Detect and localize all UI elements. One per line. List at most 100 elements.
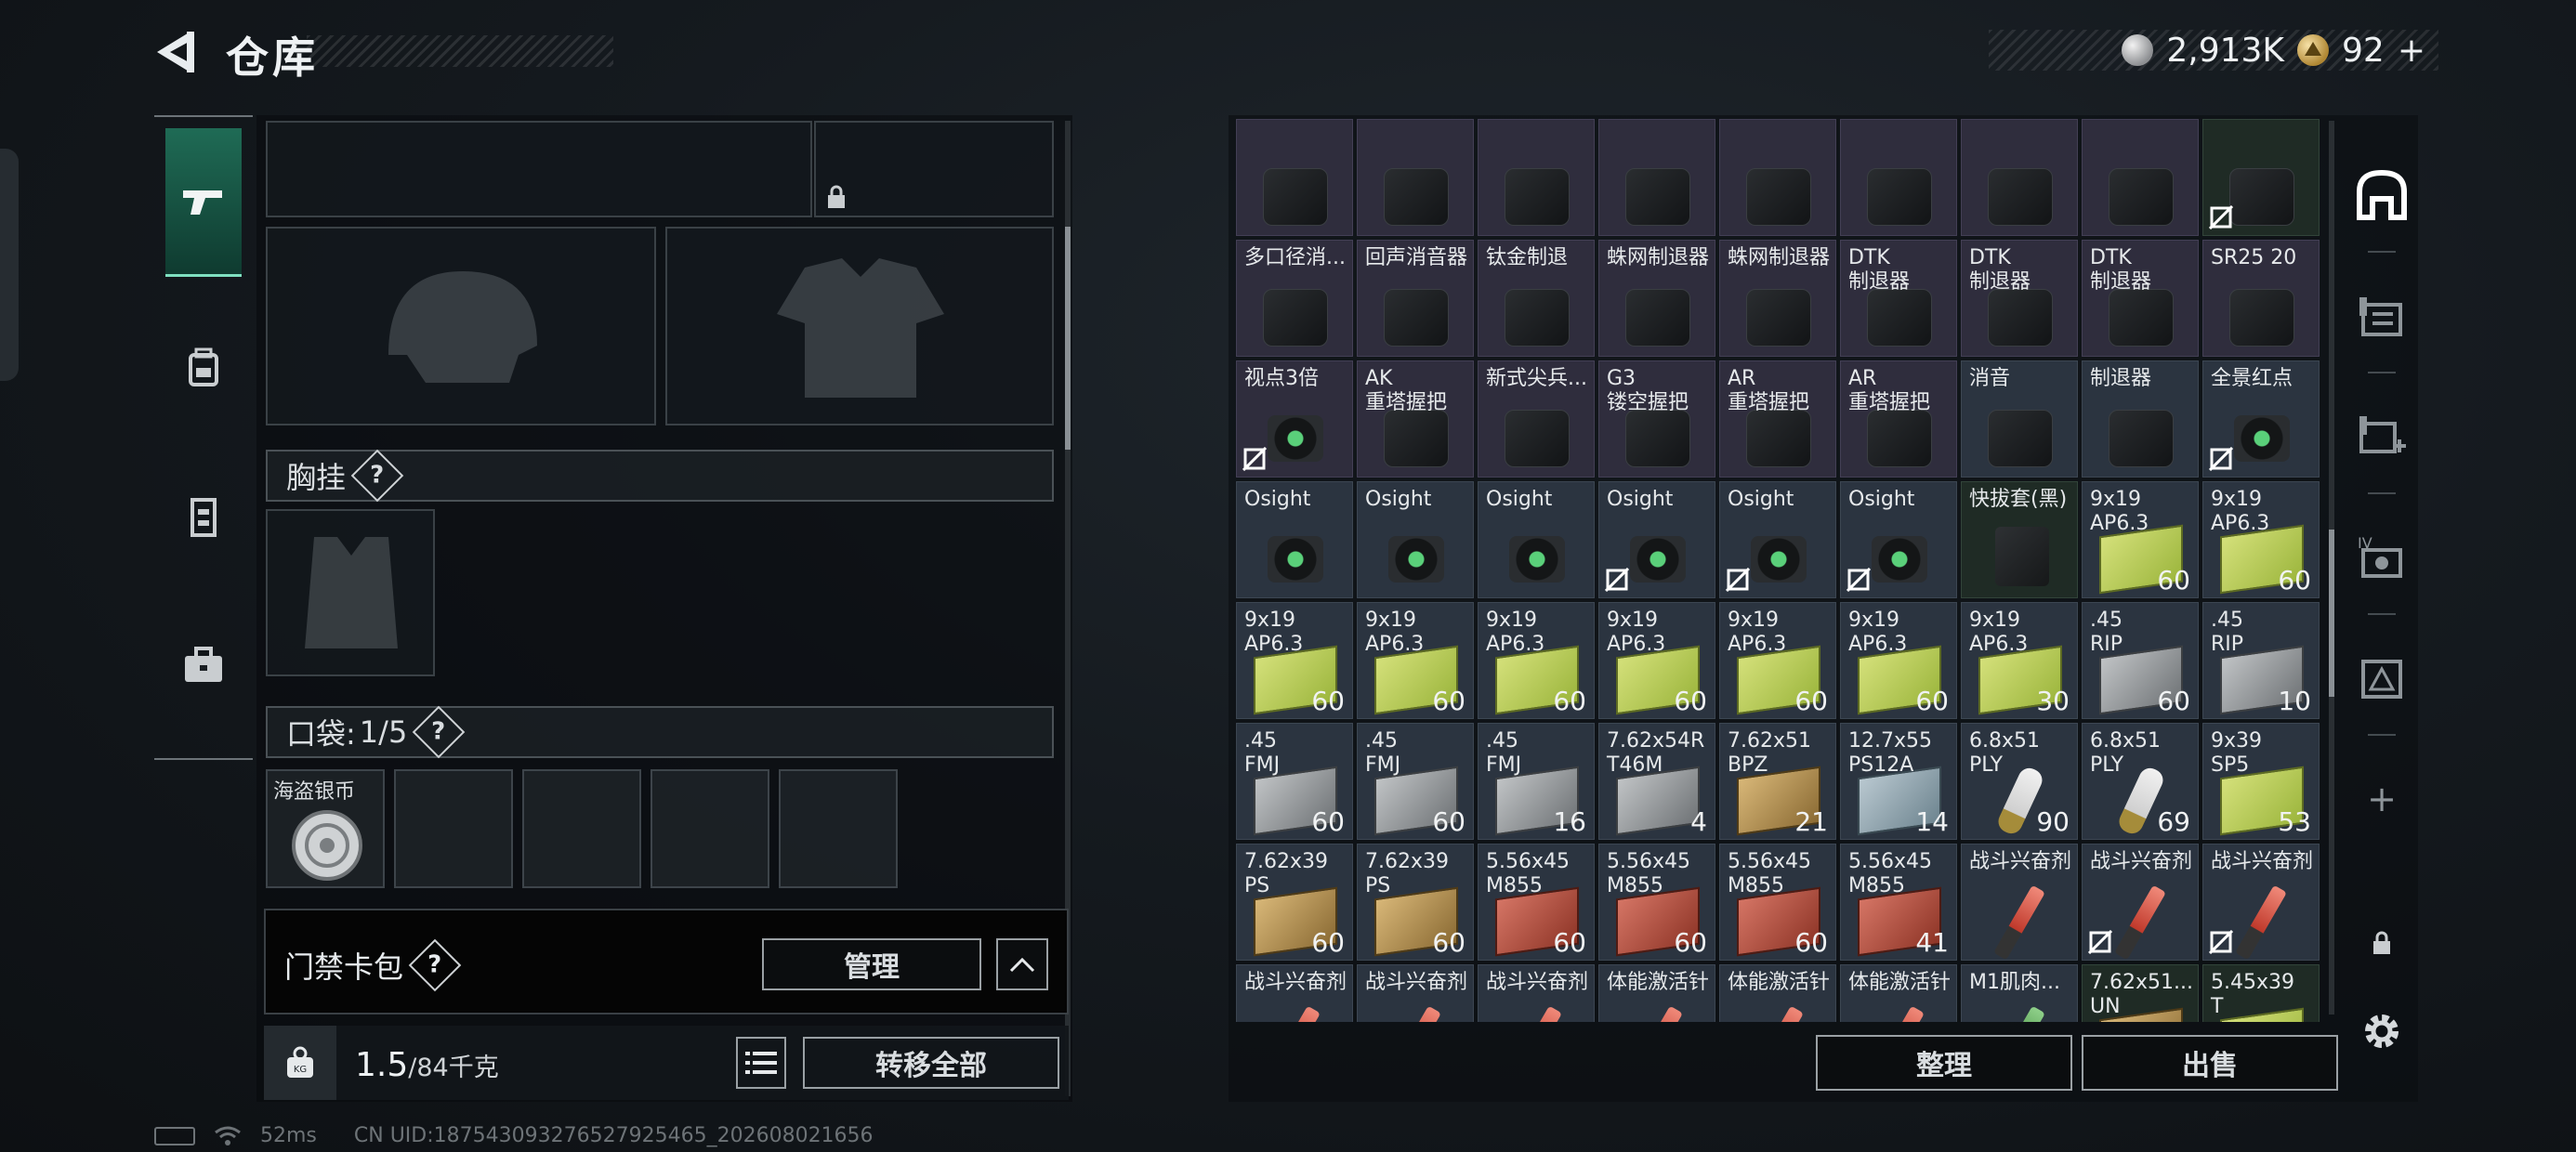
inventory-cell[interactable] — [1840, 119, 1957, 236]
inventory-cell[interactable]: 蛛网制退器 — [1598, 240, 1715, 357]
pocket-slot-5[interactable] — [779, 769, 898, 888]
inventory-cell[interactable] — [1478, 119, 1595, 236]
inventory-cell[interactable] — [1357, 119, 1474, 236]
inventory-cell[interactable]: AK 重塔握把 — [1357, 360, 1474, 478]
inventory-cell[interactable]: 战斗兴奋剂 — [1478, 964, 1595, 1022]
inventory-cell[interactable]: .45 FMJ 60 — [1236, 723, 1353, 840]
inventory-cell[interactable]: .45 RIP 60 — [2082, 602, 2199, 719]
inventory-cell[interactable]: 9x19 AP6.3 60 — [1357, 602, 1474, 719]
inventory-cell[interactable]: 回声消音器 — [1357, 240, 1474, 357]
inventory-cell[interactable]: 9x19 AP6.3 30 — [1961, 602, 2078, 719]
inventory-cell[interactable]: SR25 20 — [2202, 240, 2320, 357]
manage-button[interactable]: 管理 — [762, 938, 981, 990]
tab-weapons[interactable] — [165, 128, 242, 277]
pocket-slot-2[interactable] — [394, 769, 513, 888]
inventory-cell[interactable]: 蛛网制退器 — [1719, 240, 1836, 357]
inventory-cell[interactable]: AR 重塔握把 — [1719, 360, 1836, 478]
inventory-cell[interactable]: Osight — [1719, 481, 1836, 598]
tab-all-items[interactable] — [2346, 158, 2418, 232]
tab-backpack[interactable] — [165, 294, 242, 442]
inventory-cell[interactable]: 战斗兴奋剂 — [2082, 844, 2199, 961]
collapse-button[interactable] — [996, 938, 1048, 990]
inventory-cell[interactable]: Osight — [1357, 481, 1474, 598]
pocket-slot-4[interactable] — [651, 769, 769, 888]
inventory-cell[interactable]: 9x19 AP6.3 60 — [2202, 481, 2320, 598]
inventory-cell[interactable]: 战斗兴奋剂 — [2202, 844, 2320, 961]
inventory-cell[interactable]: .45 FMJ 60 — [1357, 723, 1474, 840]
sort-button[interactable]: 整理 — [1816, 1035, 2072, 1091]
inventory-cell[interactable]: 视点3倍 — [1236, 360, 1353, 478]
inventory-cell[interactable] — [1236, 119, 1353, 236]
inventory-cell[interactable]: 消音 — [1961, 360, 2078, 478]
inventory-cell[interactable]: Osight — [1598, 481, 1715, 598]
inventory-cell[interactable]: 9x19 AP6.3 60 — [1598, 602, 1715, 719]
inventory-cell[interactable]: 7.62x39 PS 60 — [1357, 844, 1474, 961]
inventory-cell[interactable]: 9x19 AP6.3 60 — [1840, 602, 1957, 719]
equipment-scroll-thumb[interactable] — [1065, 227, 1071, 450]
pocket-help-button[interactable]: ? — [413, 705, 466, 759]
inventory-cell[interactable]: 9x19 AP6.3 60 — [1236, 602, 1353, 719]
lock-tab[interactable] — [2346, 920, 2418, 966]
inventory-cell[interactable]: 战斗兴奋剂 — [1357, 964, 1474, 1022]
tab-vest[interactable] — [165, 442, 242, 591]
chest-rig-slot[interactable] — [266, 509, 435, 676]
inventory-cell[interactable]: 6.8x51 PLY 69 — [2082, 723, 2199, 840]
inventory-cell[interactable] — [1961, 119, 2078, 236]
inventory-cell[interactable]: 体能激活针 — [1719, 964, 1836, 1022]
pocket-slot-3[interactable] — [522, 769, 641, 888]
body-armor-slot[interactable] — [665, 227, 1054, 425]
inventory-cell[interactable]: 全景红点 — [2202, 360, 2320, 478]
inventory-cell[interactable]: .45 FMJ 16 — [1478, 723, 1595, 840]
inventory-cell[interactable]: 9x19 AP6.3 60 — [1478, 602, 1595, 719]
inventory-cell[interactable]: 多口径消... — [1236, 240, 1353, 357]
inventory-cell[interactable]: 钛金制退 — [1478, 240, 1595, 357]
inventory-cell[interactable]: DTK 制退器 — [1840, 240, 1957, 357]
tab-supplies[interactable] — [2346, 279, 2418, 353]
sell-button[interactable]: 出售 — [2082, 1035, 2338, 1091]
inventory-cell[interactable]: 快拔套(黑) — [1961, 481, 2078, 598]
inventory-cell[interactable] — [2082, 119, 2199, 236]
warehouse-scroll-thumb[interactable] — [2329, 530, 2334, 697]
inventory-cell[interactable]: 12.7x55 PS12A 14 — [1840, 723, 1957, 840]
list-view-button[interactable] — [736, 1037, 786, 1089]
back-button[interactable] — [153, 28, 200, 76]
inventory-cell[interactable]: 7.62x51... UN — [2082, 964, 2199, 1022]
inventory-cell[interactable]: 7.62x51 BPZ 21 — [1719, 723, 1836, 840]
inventory-cell[interactable]: 体能激活针 — [1840, 964, 1957, 1022]
inventory-cell[interactable]: Osight — [1236, 481, 1353, 598]
inventory-cell[interactable]: Osight — [1478, 481, 1595, 598]
helmet-slot[interactable] — [266, 227, 656, 425]
inventory-cell[interactable]: 5.56x45 M855 60 — [1478, 844, 1595, 961]
transfer-all-button[interactable]: 转移全部 — [803, 1037, 1059, 1089]
inventory-cell[interactable]: 5.56x45 M855 60 — [1719, 844, 1836, 961]
inventory-cell[interactable]: AR 重塔握把 — [1840, 360, 1957, 478]
keycard-help-button[interactable]: ? — [408, 938, 462, 992]
inventory-cell[interactable]: M1肌肉... — [1961, 964, 2078, 1022]
tab-toolbox[interactable] — [165, 591, 242, 740]
inventory-cell[interactable]: 战斗兴奋剂 — [1236, 964, 1353, 1022]
add-tab-button[interactable]: + — [2346, 762, 2418, 836]
inventory-cell[interactable]: 5.56x45 M855 60 — [1598, 844, 1715, 961]
chest-rig-help-button[interactable]: ? — [350, 449, 404, 503]
inventory-cell[interactable] — [1719, 119, 1836, 236]
inventory-cell[interactable]: 9x39 SP5 53 — [2202, 723, 2320, 840]
inventory-cell[interactable]: 6.8x51 PLY 90 — [1961, 723, 2078, 840]
inventory-cell[interactable] — [1598, 119, 1715, 236]
pocket-slot-1[interactable]: 海盗银币 — [266, 769, 385, 888]
tab-level-iv-gear[interactable]: IV — [2346, 520, 2418, 595]
weapon-slot[interactable] — [266, 121, 812, 217]
inventory-cell[interactable]: 9x19 AP6.3 60 — [1719, 602, 1836, 719]
inventory-cell[interactable]: 7.62x54R T46M 4 — [1598, 723, 1715, 840]
inventory-cell[interactable]: 制退器 — [2082, 360, 2199, 478]
inventory-cell[interactable]: 7.62x39 PS 60 — [1236, 844, 1353, 961]
inventory-cell[interactable]: Osight — [1840, 481, 1957, 598]
inventory-cell[interactable]: DTK 制退器 — [2082, 240, 2199, 357]
tab-warning-crate[interactable] — [2346, 641, 2418, 715]
inventory-cell[interactable]: 新式尖兵... — [1478, 360, 1595, 478]
inventory-cell[interactable]: 9x19 AP6.3 60 — [2082, 481, 2199, 598]
settings-button[interactable] — [2346, 1003, 2418, 1059]
inventory-cell[interactable]: 5.45x39 T — [2202, 964, 2320, 1022]
tab-add-card[interactable] — [2346, 399, 2418, 474]
inventory-cell[interactable]: .45 RIP 10 — [2202, 602, 2320, 719]
add-gold-button[interactable]: + — [2398, 32, 2425, 70]
